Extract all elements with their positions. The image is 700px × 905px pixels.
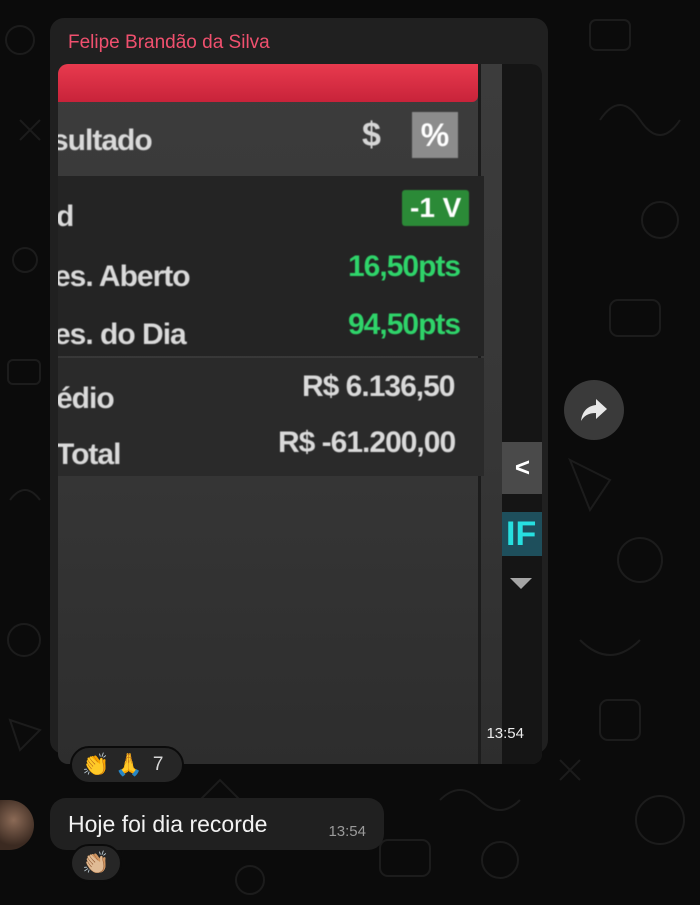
screen-qtd-badge: -1 V <box>402 190 470 226</box>
message-bubble-photo[interactable]: Felipe Brandão da Silva < IF sultado $ %… <box>50 18 548 764</box>
message-timestamp: 13:54 <box>328 823 366 840</box>
message-text: Hoje foi dia recorde <box>68 811 268 837</box>
reaction-count: 7 <box>152 754 164 775</box>
screen-total-value: R$ -61.200,00 <box>278 426 456 459</box>
photo-timestamp: 13:54 <box>486 725 524 742</box>
screen-right-pane <box>502 64 542 764</box>
screen-resultado-label: sultado <box>58 124 153 157</box>
photo-attachment[interactable]: < IF sultado $ % d -1 V es. Aberto 16,50… <box>58 64 542 764</box>
screen-dia-label: es. do Dia <box>58 318 187 351</box>
screen-medio-label: édio <box>58 382 115 415</box>
screen-medio-value: R$ 6.136,50 <box>302 370 455 403</box>
screen-aberto-value: 16,50pts <box>348 250 461 283</box>
sender-name[interactable]: Felipe Brandão da Silva <box>68 32 270 54</box>
screen-aberto-label: es. Aberto <box>58 260 191 293</box>
screen-percent-icon: % <box>412 112 458 158</box>
clap-emoji: 👏 <box>82 752 110 777</box>
screen-qtd-label: d <box>58 200 74 233</box>
forward-button[interactable] <box>564 380 624 440</box>
screen-total-label: Total <box>58 438 121 471</box>
screen-triangle-down-icon <box>510 578 532 589</box>
screen-red-bar <box>58 64 478 102</box>
forward-arrow-icon <box>581 399 607 421</box>
screen-side-letters: IF <box>502 512 542 556</box>
screen-dia-value: 94,50pts <box>348 308 461 341</box>
screen-chevron-left-icon: < <box>514 452 530 482</box>
reactions-pill-2[interactable]: 👏🏼 <box>70 844 122 882</box>
pray-emoji: 🙏 <box>115 752 143 777</box>
message-bubble-text[interactable]: Hoje foi dia recorde 13:54 <box>50 798 384 850</box>
clap-emoji: 👏🏼 <box>82 850 110 875</box>
screen-dollar-icon: $ <box>362 116 381 154</box>
reactions-pill[interactable]: 👏 🙏 7 <box>70 746 184 784</box>
